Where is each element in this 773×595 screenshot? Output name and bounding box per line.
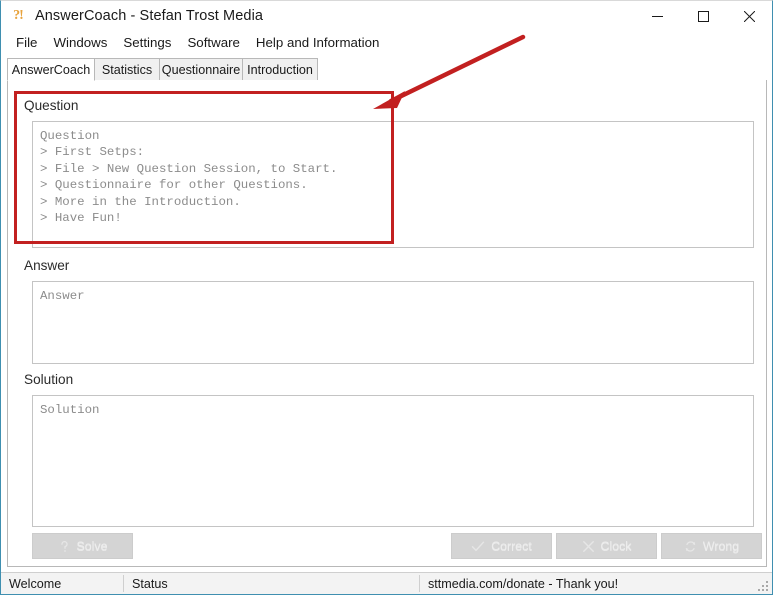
question-mark-icon <box>60 540 68 552</box>
tab-statistics[interactable]: Statistics <box>94 58 160 81</box>
question-group-label: Question <box>24 98 84 113</box>
wrong-button[interactable]: Wrong <box>661 533 762 559</box>
solve-button-label: Solve <box>76 539 108 553</box>
question-line: > More in the Introduction. <box>40 194 241 209</box>
question-line: > Have Fun! <box>40 211 122 226</box>
question-exclamation-icon: ?! <box>13 8 24 23</box>
check-icon <box>471 541 485 551</box>
correct-button[interactable]: Correct <box>451 533 552 559</box>
clock-button[interactable]: Clock <box>556 533 657 559</box>
resize-grip[interactable] <box>757 580 769 592</box>
clock-button-label: Clock <box>600 539 632 553</box>
question-line: Question <box>40 129 100 143</box>
window-title: AnswerCoach - Stefan Trost Media <box>35 8 264 24</box>
minimize-button[interactable] <box>634 1 680 31</box>
menu-item-windows[interactable]: Windows <box>45 33 115 52</box>
answer-group-label: Answer <box>24 258 75 273</box>
question-line: > Questionnaire for other Questions. <box>40 178 308 193</box>
menu-bar: File Windows Settings Software Help and … <box>1 31 772 54</box>
tab-questionnaire[interactable]: Questionnaire <box>159 58 243 81</box>
solve-button[interactable]: Solve <box>32 533 133 559</box>
tab-introduction[interactable]: Introduction <box>242 58 318 81</box>
status-status: Status <box>132 576 168 591</box>
question-line: > First Setps: <box>40 145 145 160</box>
menu-item-software[interactable]: Software <box>179 33 247 52</box>
wrong-button-label: Wrong <box>702 539 740 553</box>
answercoach-tab-panel: Question Question > First Setps: > File … <box>7 80 767 567</box>
refresh-icon <box>685 540 696 552</box>
answer-placeholder-line: Answer <box>40 289 85 303</box>
maximize-button[interactable] <box>680 1 726 31</box>
question-line: > File > New Question Session, to Start. <box>40 161 338 176</box>
close-button[interactable] <box>726 1 772 31</box>
title-bar: ?! AnswerCoach - Stefan Trost Media <box>1 1 772 31</box>
menu-item-settings[interactable]: Settings <box>115 33 179 52</box>
correct-button-label: Correct <box>491 539 532 553</box>
window-controls <box>634 1 772 31</box>
cross-icon <box>582 540 594 552</box>
solution-placeholder-line: Solution <box>40 403 100 417</box>
status-donate[interactable]: sttmedia.com/donate - Thank you! <box>420 573 750 594</box>
solution-group-label: Solution <box>24 372 79 387</box>
application-window: ?! AnswerCoach - Stefan Trost Media File… <box>0 0 773 595</box>
answer-textbox[interactable]: Answer <box>32 281 754 364</box>
status-welcome: Welcome <box>9 576 62 591</box>
tab-answercoach[interactable]: AnswerCoach <box>7 58 95 81</box>
solution-textbox[interactable]: Solution <box>32 395 754 527</box>
question-textbox[interactable]: Question > First Setps: > File > New Que… <box>32 121 754 248</box>
menu-item-file[interactable]: File <box>8 33 45 52</box>
menu-item-help-and-information[interactable]: Help and Information <box>248 33 387 52</box>
tab-bar: AnswerCoach Statistics Questionnaire Int… <box>7 58 767 81</box>
status-bar: Welcome Status sttmedia.com/donate - Tha… <box>1 572 772 594</box>
